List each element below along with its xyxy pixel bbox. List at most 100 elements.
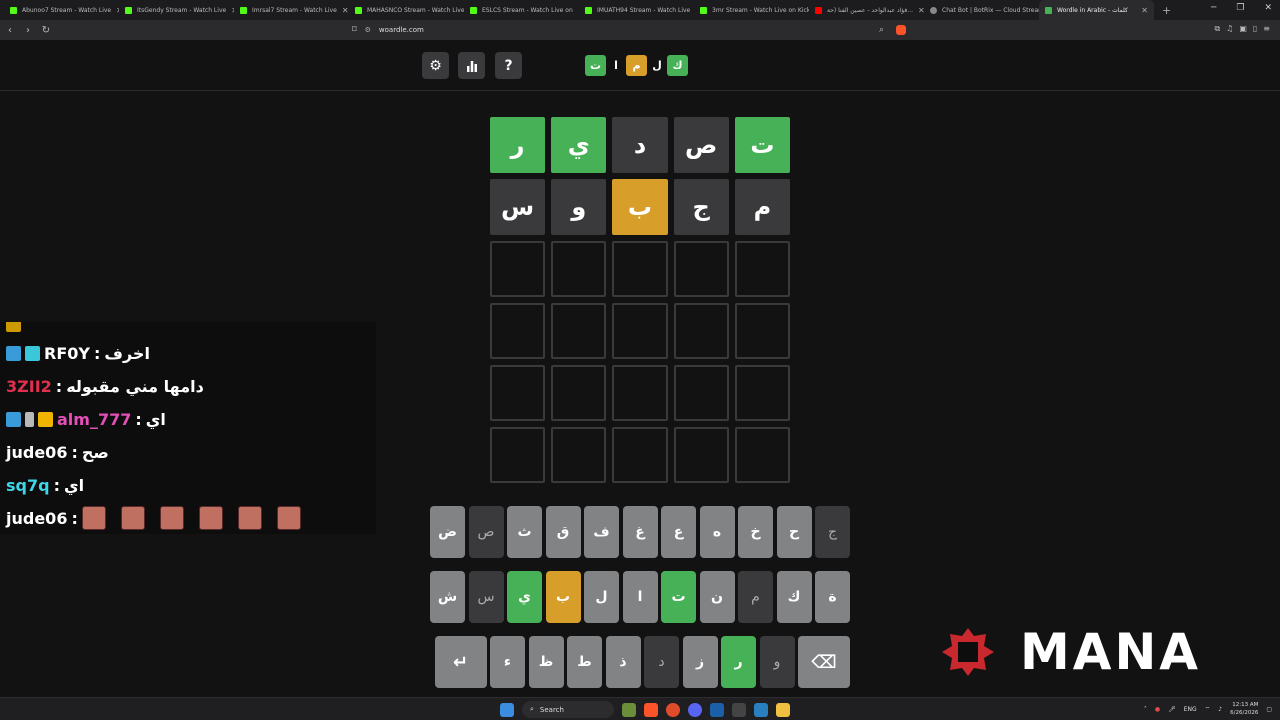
keyboard-key[interactable]: ر (721, 636, 756, 688)
enter-key[interactable]: ↵ (434, 636, 487, 688)
keyboard-key[interactable]: ا (622, 571, 658, 623)
reader-icon[interactable]: ▣ (1239, 24, 1247, 34)
new-tab-icon[interactable]: + (1162, 4, 1171, 17)
keyboard-row: ةكمنتالبيسش (430, 571, 850, 623)
keyboard-key[interactable]: د (644, 636, 679, 688)
site-info-icon[interactable]: ⚙ (365, 26, 371, 34)
browser-tab[interactable]: IMUATH94 Stream - Watch Live✕ (579, 0, 694, 20)
grid-tile: م (734, 179, 790, 235)
minimize-icon[interactable]: ─ (1211, 3, 1216, 13)
url-text: woardle.com (378, 26, 424, 34)
keyboard-key[interactable]: ت (661, 571, 696, 623)
keyboard-key[interactable]: ء (490, 636, 525, 688)
wifi-icon[interactable]: ⌔ (1205, 705, 1211, 713)
notification-icon[interactable]: ▢ (1266, 706, 1272, 713)
tab-close-icon[interactable]: ✕ (342, 6, 349, 15)
keyboard-key[interactable]: ظ (528, 636, 564, 688)
search-icon: ⌕ (530, 705, 534, 713)
tray-app-icon[interactable]: ● (1155, 706, 1160, 713)
zoom-icon[interactable]: ⌕ (879, 25, 884, 35)
keyboard-key[interactable]: ض (430, 506, 465, 558)
keyboard-key[interactable]: ش (430, 571, 465, 623)
search-label: Search (539, 705, 564, 714)
chat-message: 3ZII2 : دامها مني مقبوله (6, 372, 204, 400)
chat-username: sq7q (6, 475, 50, 495)
grid-tile (489, 427, 546, 483)
forward-icon[interactable]: › (20, 25, 36, 36)
close-window-icon[interactable]: ✕ (1264, 3, 1272, 13)
widget-icon[interactable] (622, 702, 636, 717)
backspace-key[interactable]: ⌫ (798, 636, 850, 688)
keyboard-key[interactable]: ث (507, 506, 542, 558)
browser-tab[interactable]: Chat Bot | BotRix — Cloud Stream✕ (924, 0, 1039, 20)
keyboard-key[interactable]: و (759, 636, 795, 688)
keyboard-key[interactable]: س (468, 571, 504, 623)
keyboard-key[interactable]: ز (682, 636, 718, 688)
stats-icon[interactable] (458, 52, 485, 79)
volume-icon[interactable]: ♪ (1218, 706, 1222, 713)
keyboard-key[interactable]: ب (545, 571, 581, 623)
help-icon[interactable]: ? (495, 52, 522, 79)
taskbar-search[interactable]: ⌕ Search (522, 701, 614, 718)
keyboard-key[interactable]: خ (738, 506, 773, 558)
browser-tab[interactable]: Abunoo7 Stream - Watch Live✕ (4, 0, 119, 20)
gear-icon[interactable]: ⚙ (422, 52, 449, 79)
menu-icon[interactable]: ≡ (1263, 24, 1270, 34)
keyboard-key[interactable]: ط (567, 636, 602, 688)
discord-icon[interactable] (688, 702, 702, 717)
grid-tile: س (489, 179, 546, 235)
keyboard-key[interactable]: ع (661, 506, 696, 558)
keyboard-key[interactable]: ح (776, 506, 812, 558)
extension-icon[interactable]: ⧉ (1214, 24, 1220, 34)
tab-close-icon[interactable]: ✕ (1141, 6, 1148, 15)
chat-message: jude06 : صح (6, 438, 109, 466)
browser-tab[interactable]: Wordle in Arabic - كلمات ✕ (1039, 0, 1154, 20)
keyboard-key[interactable]: ص (468, 506, 504, 558)
chrome-icon[interactable] (666, 702, 680, 717)
browser-tab[interactable]: Imrsal7 Stream - Watch Live ✕ (234, 0, 349, 20)
keyboard-key[interactable]: ذ (605, 636, 641, 688)
window-controls: ─ ❐ ✕ (1211, 3, 1272, 13)
clock[interactable]: 12:13 AM 6/26/2026 (1230, 701, 1258, 717)
steam-icon[interactable] (710, 702, 724, 717)
keyboard-key[interactable]: ق (545, 506, 581, 558)
language-indicator[interactable]: ENG (1184, 706, 1197, 713)
keyboard-key[interactable]: ن (699, 571, 735, 623)
windows-start-icon[interactable] (500, 702, 514, 717)
grid-tile (673, 365, 729, 421)
media-icon[interactable]: ♫ (1226, 24, 1233, 34)
address-bar[interactable]: ⌑ ⚙ woardle.com ⌕ (352, 22, 912, 38)
keyboard-key[interactable]: م (738, 571, 773, 623)
browser-tab[interactable]: فؤاد عبدالواحد - عصين الفنا (حة... ✕ (809, 0, 924, 20)
brave-shield-icon[interactable] (896, 25, 906, 35)
sidebar-icon[interactable]: ▯ (1253, 24, 1257, 34)
grid-tile (612, 365, 668, 421)
browser-tab[interactable]: ItsGendy Stream - Watch Live✕ (119, 0, 234, 20)
mic-icon[interactable]: 🎤︎ (1168, 706, 1176, 713)
tab-title: 3mr Stream - Watch Live on Kick (712, 6, 809, 14)
terminal-icon[interactable] (732, 702, 746, 717)
keyboard-key[interactable]: ة (815, 571, 850, 623)
folder-icon[interactable] (776, 702, 790, 717)
keyboard-key[interactable]: ف (584, 506, 619, 558)
reload-icon[interactable]: ↻ (38, 25, 54, 36)
chevron-up-icon[interactable]: ˄ (1144, 706, 1147, 713)
browser-tab[interactable]: ESLCS Stream - Watch Live on✕ (464, 0, 579, 20)
tab-favicon-kick-icon (240, 6, 247, 14)
keyboard-key[interactable]: ج (815, 506, 850, 558)
grid-tile: ت (734, 117, 790, 173)
back-icon[interactable]: ‹ (2, 25, 18, 36)
keyboard-key[interactable]: ل (584, 571, 619, 623)
store-icon[interactable] (754, 702, 768, 717)
keyboard-key[interactable]: ه (699, 506, 735, 558)
browser-tab[interactable]: 3mr Stream - Watch Live on Kick✕ (694, 0, 809, 20)
maximize-icon[interactable]: ❐ (1236, 3, 1244, 13)
chat-text: اي (63, 475, 85, 495)
keyboard-key[interactable]: غ (622, 506, 658, 558)
keyboard-key[interactable]: ي (507, 571, 542, 623)
browser-tab[interactable]: MAHASNCO Stream - Watch Live✕ (349, 0, 464, 20)
logo-letter: م (626, 55, 647, 76)
keyboard-key[interactable]: ك (776, 571, 812, 623)
bookmark-icon[interactable]: ⌑ (352, 25, 357, 35)
brave-icon[interactable] (644, 702, 658, 717)
